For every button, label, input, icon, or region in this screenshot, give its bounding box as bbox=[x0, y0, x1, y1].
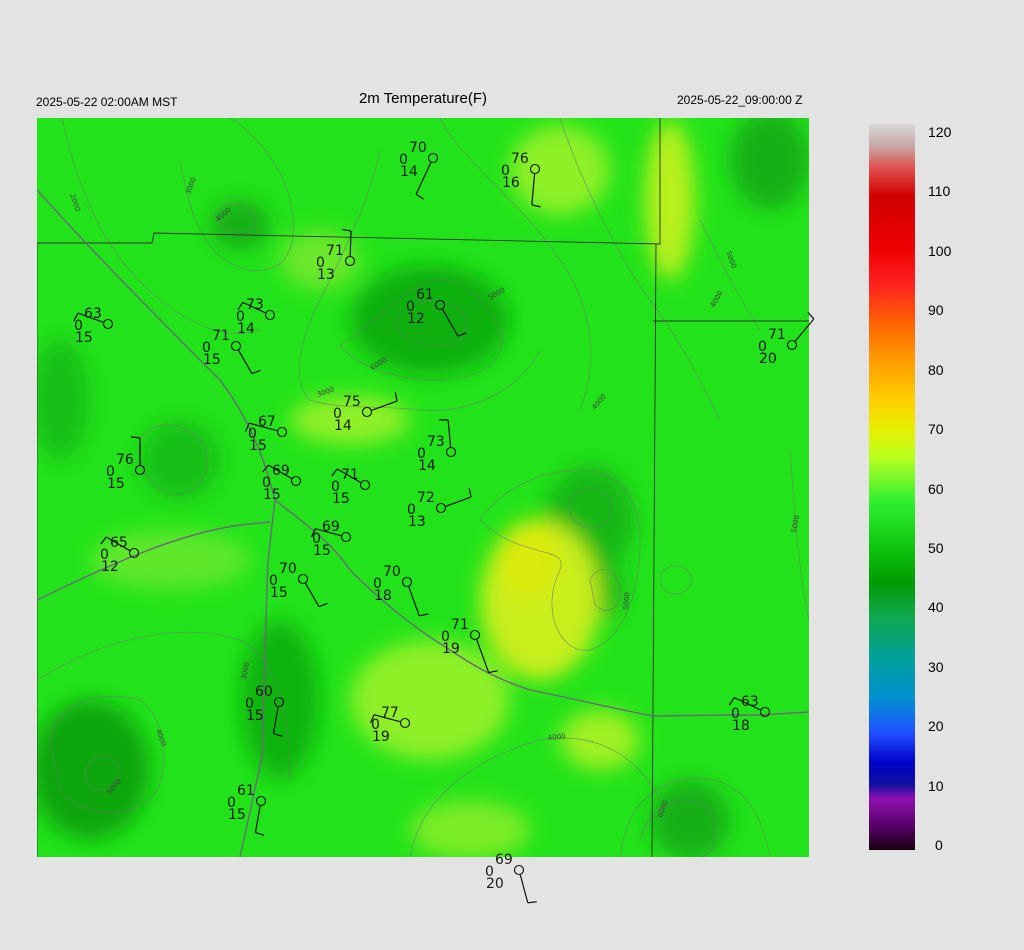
colorbar-tick-label: 70 bbox=[928, 421, 944, 437]
station-temperature: 71 bbox=[451, 617, 469, 633]
colorbar-tick-label: 100 bbox=[928, 243, 952, 259]
colorbar-tick-label: 60 bbox=[928, 481, 944, 497]
station-dewpoint: 16 bbox=[502, 175, 520, 191]
station-temperature: 69 bbox=[322, 519, 340, 535]
station-dewpoint: 18 bbox=[374, 588, 392, 604]
station-dewpoint: 15 bbox=[228, 807, 246, 823]
temperature-field: 2000 3000 4000 5000 6000 3000 4000 5000 … bbox=[37, 118, 809, 857]
colorbar-tick-label: 20 bbox=[928, 718, 944, 734]
colorbar-tick-label: 10 bbox=[928, 778, 944, 794]
station-dewpoint: 19 bbox=[442, 641, 460, 657]
station-temperature: 75 bbox=[343, 394, 361, 410]
station-dewpoint: 13 bbox=[408, 514, 426, 530]
station-dewpoint: 13 bbox=[317, 267, 335, 283]
contour-label: 4000 bbox=[547, 732, 565, 742]
station-dewpoint: 15 bbox=[249, 438, 267, 454]
station-temperature: 71 bbox=[326, 243, 344, 259]
station-temperature: 76 bbox=[511, 151, 529, 167]
station-dewpoint: 15 bbox=[75, 330, 93, 346]
station-temperature: 65 bbox=[110, 535, 128, 551]
station-temperature: 69 bbox=[272, 463, 290, 479]
station-dewpoint: 14 bbox=[237, 321, 255, 337]
station-dewpoint: 14 bbox=[400, 164, 418, 180]
station-dewpoint: 12 bbox=[407, 311, 425, 327]
station-plot: 69020 bbox=[485, 852, 537, 904]
wind-barb-flag bbox=[527, 901, 537, 904]
colorbar bbox=[869, 124, 915, 850]
station-dewpoint: 15 bbox=[313, 543, 331, 559]
station-temperature: 71 bbox=[212, 328, 230, 344]
station-dewpoint: 12 bbox=[101, 559, 119, 575]
station-temperature: 61 bbox=[416, 287, 434, 303]
station-temperature: 61 bbox=[237, 783, 255, 799]
colorbar-tick-label: 80 bbox=[928, 362, 944, 378]
station-temperature: 69 bbox=[495, 852, 513, 868]
station-circle-icon bbox=[513, 864, 525, 876]
station-temperature: 60 bbox=[255, 684, 273, 700]
station-temperature: 63 bbox=[84, 306, 102, 322]
station-dewpoint: 15 bbox=[332, 491, 350, 507]
station-temperature: 73 bbox=[427, 434, 445, 450]
colorbar-tick-label: 110 bbox=[928, 183, 951, 199]
station-dewpoint: 18 bbox=[732, 718, 750, 734]
station-temperature: 70 bbox=[383, 564, 401, 580]
station-temperature: 72 bbox=[417, 490, 435, 506]
station-dewpoint: 20 bbox=[486, 876, 504, 892]
map-canvas: 2000 3000 4000 5000 6000 3000 4000 5000 … bbox=[37, 118, 915, 904]
colorbar-tick-label: 30 bbox=[928, 659, 944, 675]
colorbar-tick-label: 0 bbox=[935, 837, 943, 853]
station-temperature: 76 bbox=[116, 452, 134, 468]
colorbar-tick-label: 40 bbox=[928, 599, 944, 615]
station-temperature: 77 bbox=[381, 705, 399, 721]
station-temperature: 71 bbox=[341, 467, 359, 483]
colorbar-tick-label: 120 bbox=[928, 124, 952, 140]
station-dewpoint: 15 bbox=[203, 352, 221, 368]
station-dewpoint: 20 bbox=[759, 351, 777, 367]
station-dewpoint: 14 bbox=[418, 458, 436, 474]
station-temperature: 73 bbox=[246, 297, 264, 313]
station-dewpoint: 19 bbox=[372, 729, 390, 745]
station-dewpoint: 15 bbox=[270, 585, 288, 601]
station-dewpoint: 15 bbox=[263, 487, 281, 503]
station-temperature: 63 bbox=[741, 694, 759, 710]
station-dewpoint: 14 bbox=[334, 418, 352, 434]
station-temperature: 70 bbox=[409, 140, 427, 156]
station-temperature: 67 bbox=[258, 414, 276, 430]
station-dewpoint: 15 bbox=[107, 476, 125, 492]
wind-barb-staff bbox=[519, 874, 529, 903]
station-temperature: 71 bbox=[768, 327, 786, 343]
contour-label: 5000 bbox=[622, 592, 632, 610]
colorbar-tick-label: 90 bbox=[928, 302, 944, 318]
station-dewpoint: 15 bbox=[246, 708, 264, 724]
colorbar-tick-label: 50 bbox=[928, 540, 944, 556]
station-temperature: 70 bbox=[279, 561, 297, 577]
